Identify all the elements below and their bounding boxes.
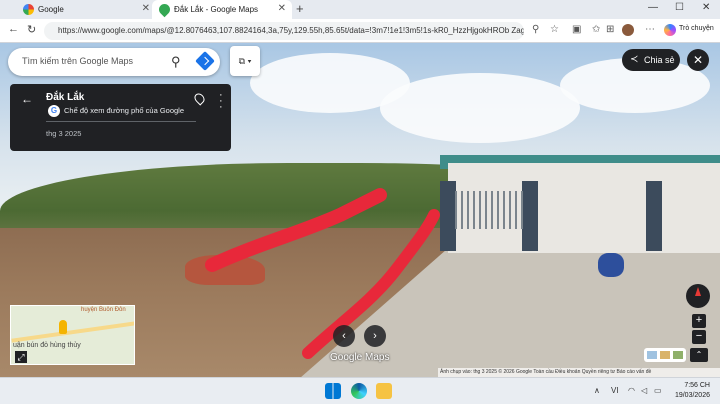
imagery-thumbnails[interactable] (644, 348, 686, 362)
streetview-label: Chế độ xem đường phố của Google (64, 106, 185, 115)
search-icon[interactable]: ⚲ (171, 54, 181, 70)
minimap-label: huyện Buôn Đôn (81, 307, 126, 313)
file-explorer-icon[interactable] (376, 383, 392, 399)
back-arrow-icon[interactable]: ← (21, 92, 33, 106)
zoom-icon[interactable]: ⚲ (532, 24, 539, 35)
copilot-label[interactable]: Trò chuyện (679, 25, 714, 32)
tab-google[interactable]: Google ✕ (16, 0, 156, 19)
volume-icon[interactable]: ◁ (641, 386, 647, 395)
place-info-card: ← Đắk Lắk · · · G Chế độ xem đường phố của… (10, 84, 231, 151)
more-options-icon[interactable]: ⋯ (645, 24, 655, 35)
back-icon[interactable]: ← (8, 23, 19, 35)
minimap-label: uận bún đỏ hùng thủy (13, 342, 81, 349)
red-mark-left (205, 188, 387, 272)
tab-google-maps[interactable]: Đắk Lắk - Google Maps ✕ (152, 0, 292, 19)
browser-tab-bar: Google ✕ Đắk Lắk - Google Maps ✕ + — ☐ ✕ (0, 0, 720, 19)
zoom-out-button[interactable]: − (692, 330, 706, 344)
chevron-up-icon[interactable]: ⌃ (690, 348, 708, 362)
language-icon[interactable]: VI (611, 386, 619, 395)
close-streetview-button[interactable]: ✕ (687, 49, 709, 71)
minimap-road (11, 321, 134, 343)
tray-chevron-icon[interactable]: ∧ (594, 386, 600, 395)
search-box[interactable]: Tìm kiếm trên Google Maps ⚲ (8, 48, 220, 76)
share-icon: ≺ (630, 54, 639, 65)
thumbnail[interactable] (660, 351, 670, 359)
close-window-icon[interactable]: ✕ (702, 2, 710, 13)
battery-icon[interactable]: ▭ (654, 386, 662, 395)
address-toolbar: ← ↻ https://www.google.com/maps/@12.8076… (0, 19, 720, 43)
navigate-forward-arrow[interactable]: › (364, 325, 386, 347)
wifi-icon[interactable]: ◠ (628, 386, 635, 395)
copilot-icon[interactable] (664, 24, 676, 36)
place-title: Đắk Lắk (46, 92, 85, 103)
thumbnail[interactable] (647, 351, 657, 359)
close-tab-icon[interactable]: ✕ (142, 3, 150, 14)
share-button[interactable]: ≺ Chia sẻ (622, 49, 680, 71)
layers-button[interactable]: ⧉ ▾ (230, 46, 260, 76)
system-clock[interactable]: 7:56 CH 19/03/2026 (670, 381, 710, 401)
google-maps-logo: Google Maps (330, 352, 390, 363)
favorite-icon[interactable]: ☆ (550, 24, 559, 35)
map-footer: Ảnh chụp vào: thg 3 2025 © 2026 Google T… (438, 368, 720, 377)
navigate-back-arrow[interactable]: ‹ (333, 325, 355, 347)
maximize-icon[interactable]: ☐ (675, 2, 684, 13)
refresh-icon[interactable]: ↻ (27, 23, 36, 36)
zoom-in-button[interactable]: + (692, 314, 706, 328)
collections-icon[interactable]: ⊞ (606, 24, 614, 35)
capture-date[interactable]: thg 3 2025 (46, 129, 81, 138)
divider (46, 121, 196, 122)
google-g-icon: G (48, 105, 60, 117)
edge-browser-icon[interactable] (351, 383, 367, 399)
expand-icon[interactable]: ⤢ (15, 351, 27, 363)
share-label: Chia sẻ (644, 55, 675, 65)
split-screen-icon[interactable]: ▣ (572, 24, 581, 35)
location-pin-icon[interactable] (192, 91, 207, 106)
url-field[interactable]: https://www.google.com/maps/@12.8076463,… (44, 22, 524, 40)
directions-icon[interactable] (195, 51, 215, 71)
google-favicon-icon (23, 4, 34, 15)
new-tab-icon[interactable]: + (296, 1, 304, 16)
clock-date: 19/03/2026 (674, 392, 710, 399)
pegman-icon (59, 320, 67, 334)
favorites-bar-icon[interactable]: ✩ (592, 24, 600, 35)
clock-time: 7:56 CH (684, 382, 710, 389)
windows-taskbar: ∧ VI ◠ ◁ ▭ 7:56 CH 19/03/2026 (0, 377, 720, 404)
minimap[interactable]: huyện Buôn Đôn uận bún đỏ hùng thủy ⤢ (10, 305, 135, 365)
tab-label: Đắk Lắk - Google Maps (174, 5, 259, 14)
search-input[interactable]: Tìm kiếm trên Google Maps (22, 56, 133, 66)
profile-avatar[interactable] (622, 24, 634, 36)
thumbnail[interactable] (673, 351, 683, 359)
windows-start-icon[interactable] (325, 383, 341, 399)
more-vert-icon[interactable]: · · · (219, 90, 223, 113)
compass-icon[interactable] (686, 284, 710, 308)
tab-label: Google (38, 5, 64, 14)
maps-favicon-icon (156, 1, 173, 18)
close-tab-icon[interactable]: ✕ (278, 3, 286, 14)
minimize-icon[interactable]: — (648, 2, 658, 13)
